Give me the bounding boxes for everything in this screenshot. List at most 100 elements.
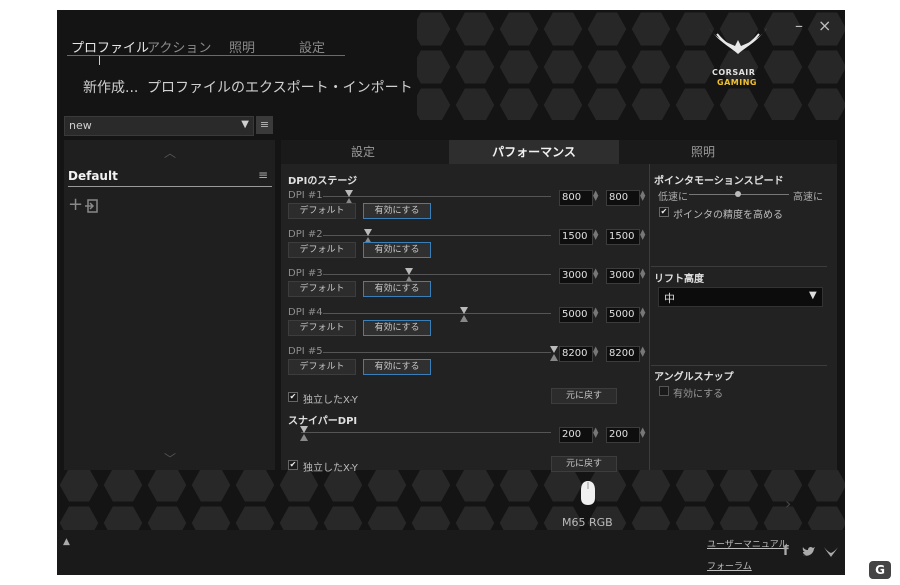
dpi-x-input[interactable]: 3000 bbox=[559, 268, 593, 284]
dpi-y-spinner[interactable]: ▲ ▼ bbox=[640, 346, 645, 358]
dpi-y-spinner[interactable]: ▲ ▼ bbox=[640, 307, 645, 319]
dpi-x-spinner[interactable]: ▲ ▼ bbox=[593, 229, 598, 241]
dpi-slider-track[interactable] bbox=[323, 352, 551, 353]
independent-xy-checkbox[interactable]: ✔ bbox=[288, 392, 298, 402]
add-profile-icon[interactable]: + bbox=[68, 196, 83, 214]
watermark-logo: G bbox=[869, 561, 891, 579]
mouse-device-icon[interactable] bbox=[580, 480, 596, 506]
dpi-x-input[interactable]: 8200 bbox=[559, 346, 593, 362]
profile-select[interactable]: new ▼ bbox=[64, 116, 254, 136]
export-import-link[interactable]: プロファイルのエクスポート・インポート bbox=[147, 77, 413, 97]
pointer-fast-label: 高速に bbox=[793, 192, 823, 203]
sniper-x-spinner[interactable]: ▲ ▼ bbox=[593, 427, 598, 439]
independent-xy-label: 独立したX-Y bbox=[303, 395, 358, 406]
dpi-x-spinner[interactable]: ▲ ▼ bbox=[593, 190, 598, 202]
dpi-slider-thumb[interactable] bbox=[550, 346, 558, 353]
dpi-stage-label: DPI #4 bbox=[288, 307, 323, 318]
dpi-default-button[interactable]: デフォルト bbox=[288, 242, 356, 258]
dpi-x-spinner[interactable]: ▲ ▼ bbox=[593, 307, 598, 319]
dpi-stages-header: DPIのステージ bbox=[288, 176, 358, 187]
sniper-slider-thumb[interactable] bbox=[300, 426, 308, 433]
tab-main-lighting[interactable]: 照明 bbox=[621, 140, 785, 164]
dpi-x-spinner[interactable]: ▲ ▼ bbox=[593, 268, 598, 280]
dpi-slider-thumb[interactable] bbox=[345, 190, 353, 197]
dpi-slider-track[interactable] bbox=[323, 274, 551, 275]
dpi-enable-button[interactable]: 有効にする bbox=[363, 203, 431, 219]
scroll-down-icon[interactable]: ﹀ bbox=[164, 450, 176, 467]
sniper-slider-thumb-lower[interactable] bbox=[300, 434, 308, 441]
sniper-independent-xy-checkbox[interactable]: ✔ bbox=[288, 460, 298, 470]
enhance-precision-checkbox[interactable]: ✔ bbox=[659, 207, 669, 217]
dpi-default-button[interactable]: デフォルト bbox=[288, 320, 356, 336]
pointer-slow-label: 低速に bbox=[658, 192, 688, 203]
profile-item-menu-icon[interactable]: ≡ bbox=[258, 168, 268, 182]
sniper-y-spinner[interactable]: ▲ ▼ bbox=[640, 427, 645, 439]
sniper-dpi-header: スナイパーDPI bbox=[288, 416, 358, 427]
dpi-y-input[interactable]: 3000 bbox=[606, 268, 640, 284]
pointer-speed-thumb[interactable] bbox=[735, 191, 741, 197]
dpi-enable-button[interactable]: 有効にする bbox=[363, 281, 431, 297]
sniper-x-input[interactable]: 200 bbox=[559, 427, 593, 443]
dpi-slider-track[interactable] bbox=[323, 313, 551, 314]
chevron-down-icon: ▼ bbox=[241, 119, 249, 130]
dpi-stage-label: DPI #1 bbox=[288, 190, 323, 201]
user-manual-link[interactable]: ユーザーマニュアル bbox=[707, 537, 788, 550]
dpi-default-button[interactable]: デフォルト bbox=[288, 281, 356, 297]
dpi-reset-button[interactable]: 元に戻す bbox=[551, 388, 617, 404]
close-button[interactable]: × bbox=[818, 16, 831, 35]
dpi-x-spinner[interactable]: ▲ ▼ bbox=[593, 346, 598, 358]
corsair-sails-icon[interactable] bbox=[823, 546, 839, 558]
dpi-x-input[interactable]: 800 bbox=[559, 190, 593, 206]
dpi-enable-button[interactable]: 有効にする bbox=[363, 242, 431, 258]
dpi-default-button[interactable]: デフォルト bbox=[288, 203, 356, 219]
device-name: M65 RGB bbox=[562, 516, 613, 529]
new-profile-link[interactable]: 新作成... bbox=[83, 77, 138, 97]
twitter-icon[interactable] bbox=[802, 546, 816, 558]
tab-actions[interactable]: アクション bbox=[147, 37, 211, 56]
top-tab-underline bbox=[67, 55, 345, 56]
dpi-y-spinner[interactable]: ▲ ▼ bbox=[640, 229, 645, 241]
collapse-up-icon[interactable]: ▲ bbox=[63, 537, 70, 547]
dpi-enable-button[interactable]: 有効にする bbox=[363, 320, 431, 336]
scroll-up-icon[interactable]: ︿ bbox=[164, 144, 176, 161]
sniper-y-input[interactable]: 200 bbox=[606, 427, 640, 443]
cue-window: プロファイル アクション 照明 設定 新作成... プロファイルのエクスポート・… bbox=[57, 10, 845, 575]
dpi-y-input[interactable]: 800 bbox=[606, 190, 640, 206]
dpi-y-input[interactable]: 5000 bbox=[606, 307, 640, 323]
import-profile-icon[interactable] bbox=[84, 199, 98, 213]
dpi-slider-thumb-lower[interactable] bbox=[550, 354, 558, 361]
tab-lighting[interactable]: 照明 bbox=[229, 37, 255, 56]
dpi-x-input[interactable]: 5000 bbox=[559, 307, 593, 323]
dpi-y-input[interactable]: 1500 bbox=[606, 229, 640, 245]
tab-settings[interactable]: 設定 bbox=[299, 37, 325, 56]
lift-height-select[interactable]: 中 ▼ bbox=[658, 287, 823, 307]
main-tabs: 設定 パフォーマンス 照明 bbox=[281, 140, 837, 164]
profile-item-default[interactable]: Default ≡ bbox=[68, 168, 272, 188]
dpi-slider-track[interactable] bbox=[323, 235, 551, 236]
facebook-icon[interactable]: f bbox=[783, 544, 789, 559]
forum-link[interactable]: フォーラム bbox=[707, 559, 752, 572]
logo-text-gaming: GAMING bbox=[717, 78, 757, 87]
dpi-enable-button[interactable]: 有効にする bbox=[363, 359, 431, 375]
dpi-y-input[interactable]: 8200 bbox=[606, 346, 640, 362]
dpi-slider-thumb[interactable] bbox=[460, 307, 468, 314]
sniper-reset-button[interactable]: 元に戻す bbox=[551, 456, 617, 472]
angle-snap-checkbox[interactable] bbox=[659, 386, 669, 396]
dpi-slider-thumb-lower[interactable] bbox=[460, 315, 468, 322]
dpi-y-spinner[interactable]: ▲ ▼ bbox=[640, 190, 645, 202]
dpi-x-input[interactable]: 1500 bbox=[559, 229, 593, 245]
lift-height-value: 中 bbox=[664, 292, 675, 305]
dpi-slider-thumb[interactable] bbox=[364, 229, 372, 236]
minimize-button[interactable]: – bbox=[795, 16, 803, 35]
dpi-y-spinner[interactable]: ▲ ▼ bbox=[640, 268, 645, 280]
tab-performance[interactable]: パフォーマンス bbox=[449, 140, 619, 164]
tab-config[interactable]: 設定 bbox=[281, 140, 445, 164]
device-next-arrow-icon[interactable]: › bbox=[785, 494, 791, 513]
sniper-slider-track[interactable] bbox=[301, 432, 551, 433]
profile-menu-button[interactable]: ≡ bbox=[256, 116, 273, 134]
tab-profile[interactable]: プロファイル bbox=[71, 37, 149, 56]
dpi-stage-label: DPI #2 bbox=[288, 229, 323, 240]
dpi-slider-track[interactable] bbox=[323, 196, 551, 197]
dpi-default-button[interactable]: デフォルト bbox=[288, 359, 356, 375]
dpi-slider-thumb[interactable] bbox=[405, 268, 413, 275]
